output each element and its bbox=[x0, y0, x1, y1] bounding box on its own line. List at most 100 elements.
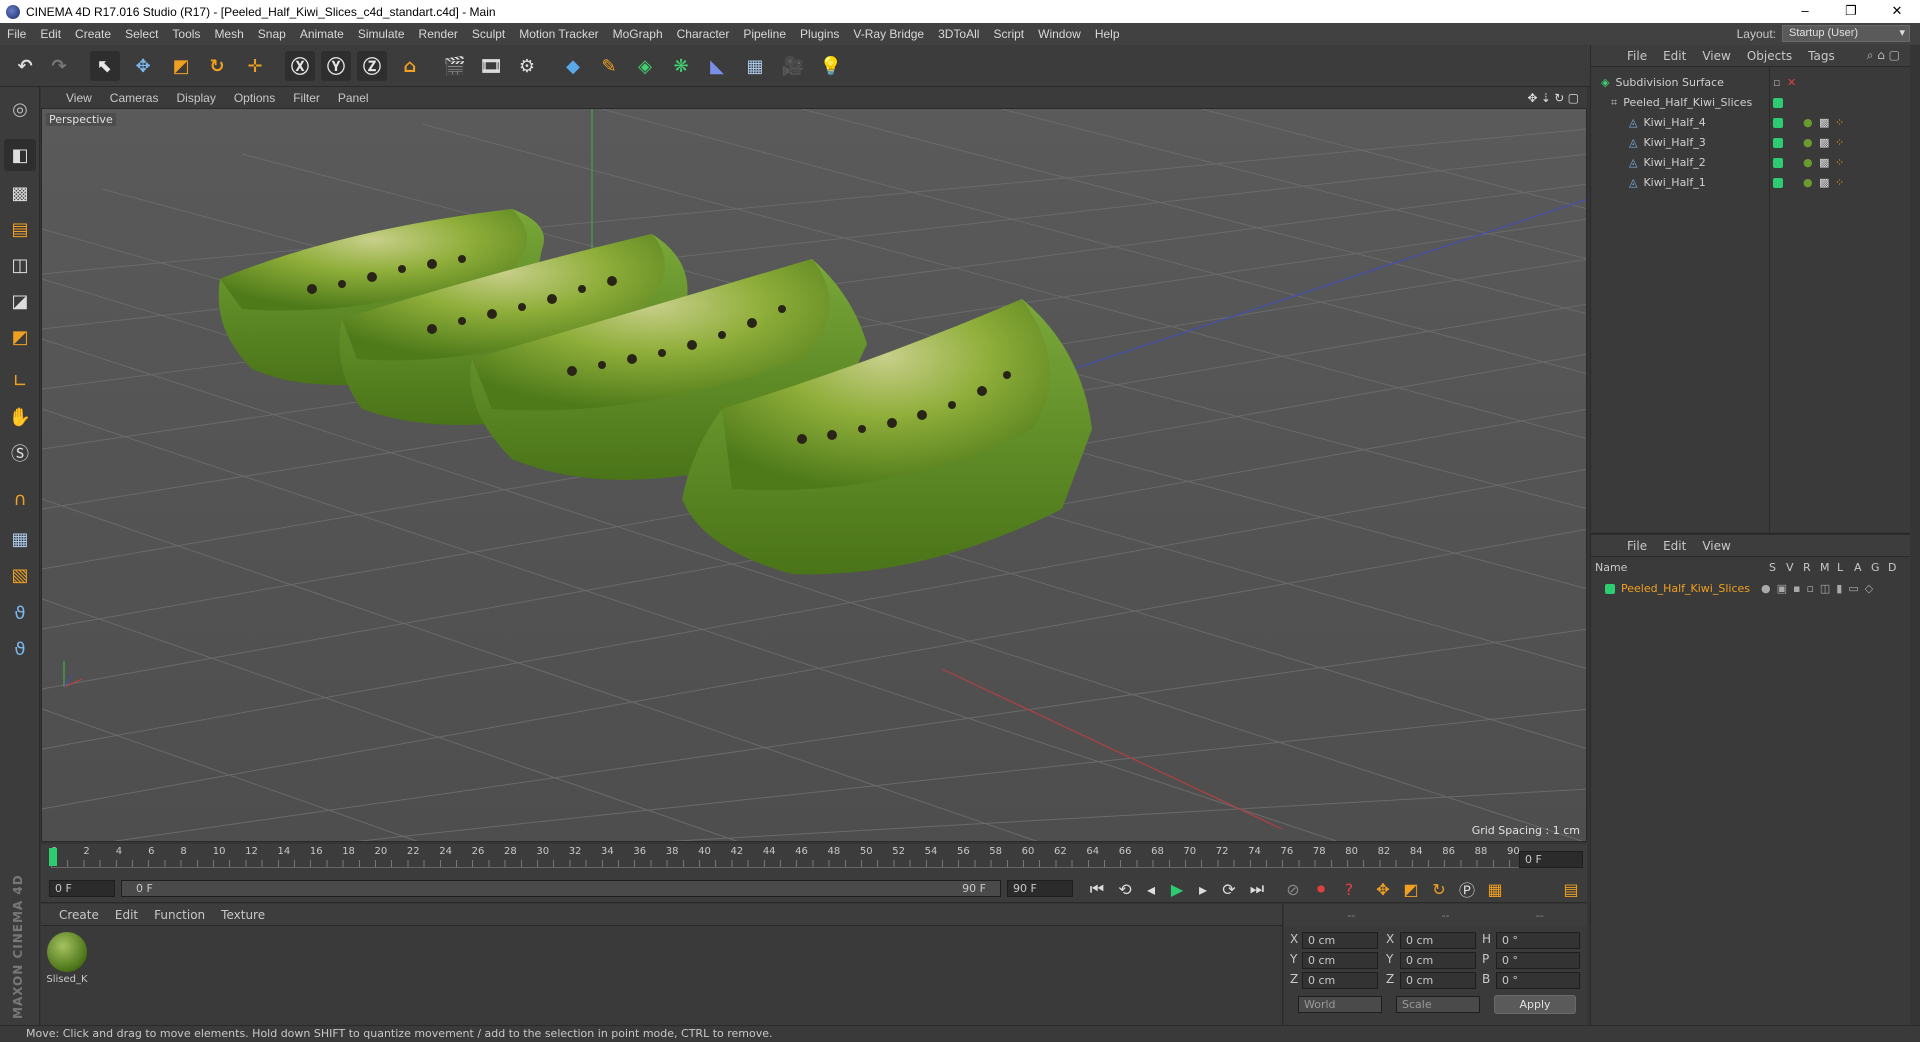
object-menu-tags[interactable]: Tags bbox=[1800, 49, 1843, 63]
record-keys-icon[interactable]: ⊘ bbox=[1281, 878, 1305, 900]
make-editable-icon[interactable]: ◎ bbox=[4, 93, 36, 125]
light-icon[interactable]: 💡 bbox=[816, 51, 846, 81]
keyframe-selection-icon[interactable]: ? bbox=[1337, 878, 1361, 900]
rotation-p-field[interactable]: 0 ° bbox=[1496, 952, 1580, 969]
points-mode-icon[interactable]: ◫ bbox=[4, 249, 36, 281]
current-frame-field[interactable]: 0 F bbox=[1519, 851, 1583, 868]
selection-tag-icon[interactable]: ⁘ bbox=[1835, 116, 1844, 129]
menu-simulate[interactable]: Simulate bbox=[351, 27, 412, 41]
object-row-peeled-half-kiwi-slices[interactable]: ⌗ Peeled_Half_Kiwi_Slices bbox=[1611, 93, 1901, 112]
visibility-toggle-icon[interactable]: ▫ bbox=[1773, 76, 1780, 89]
deformer-icon[interactable]: ◣ bbox=[702, 51, 732, 81]
selection-tag-icon[interactable]: ⁘ bbox=[1835, 136, 1844, 149]
key-scale-icon[interactable]: ◩ bbox=[1399, 878, 1423, 900]
apply-button[interactable]: Apply bbox=[1494, 995, 1576, 1014]
object-row-kiwi-half-4[interactable]: ◬ Kiwi_Half_4 ● ▩ ⁘ bbox=[1629, 113, 1901, 132]
menu-help[interactable]: Help bbox=[1088, 27, 1127, 41]
size-z-field[interactable]: 0 cm bbox=[1400, 972, 1476, 989]
restore-button[interactable]: ❐ bbox=[1828, 0, 1874, 23]
viewport-menu-panel[interactable]: Panel bbox=[329, 91, 378, 105]
scale-tool-icon[interactable]: ◩ bbox=[166, 51, 196, 81]
perspective-viewport[interactable]: Perspective Grid Spacing : 1 cm bbox=[41, 108, 1587, 842]
selection-tag-icon[interactable]: ⁘ bbox=[1835, 176, 1844, 189]
viewport-navigation-icons[interactable]: ✥ ⇣ ↻ ▢ bbox=[1527, 91, 1579, 105]
viewport-menu-display[interactable]: Display bbox=[167, 91, 224, 105]
menu-character[interactable]: Character bbox=[670, 27, 737, 41]
menu-file[interactable]: File bbox=[0, 27, 33, 41]
polygons-mode-icon[interactable]: ◩ bbox=[4, 321, 36, 353]
viewport-menu-cameras[interactable]: Cameras bbox=[101, 91, 168, 105]
key-position-icon[interactable]: ✥ bbox=[1371, 878, 1395, 900]
object-row-subdivision-surface[interactable]: ◈ Subdivision Surface ▫ ✕ bbox=[1601, 73, 1901, 92]
menu-script[interactable]: Script bbox=[986, 27, 1031, 41]
position-x-field[interactable]: 0 cm bbox=[1302, 932, 1378, 949]
uvw-tag-icon[interactable]: ▩ bbox=[1819, 136, 1829, 149]
undo-icon[interactable]: ↶ bbox=[10, 51, 40, 81]
coordinate-mode-dropdown[interactable]: World bbox=[1298, 996, 1382, 1013]
locked-workplane-icon[interactable]: ▧ bbox=[4, 559, 36, 591]
layer-row[interactable]: Peeled_Half_Kiwi_Slices ●▣▪▫◫▮▭◇ bbox=[1605, 579, 1905, 598]
python-script-icon[interactable]: ϑ bbox=[4, 633, 36, 665]
material-tag-icon[interactable]: ● bbox=[1803, 176, 1813, 189]
play-icon[interactable]: ▶ bbox=[1165, 878, 1189, 900]
viewport-menu-view[interactable]: View bbox=[57, 91, 101, 105]
timeline-window-icon[interactable]: ▤ bbox=[1559, 878, 1583, 900]
go-to-start-icon[interactable]: ⏮ bbox=[1085, 878, 1109, 900]
size-y-field[interactable]: 0 cm bbox=[1400, 952, 1476, 969]
object-menu-objects[interactable]: Objects bbox=[1739, 49, 1800, 63]
material-swatch[interactable]: Slised_K bbox=[45, 932, 89, 985]
select-tool-icon[interactable]: ⬉ bbox=[90, 51, 120, 81]
menu-render[interactable]: Render bbox=[412, 27, 465, 41]
coordinate-system-icon[interactable]: ⌂ bbox=[395, 51, 425, 81]
snap-toggle-icon[interactable]: Ⓢ bbox=[4, 437, 36, 469]
layer-menu-edit[interactable]: Edit bbox=[1655, 539, 1694, 553]
autokey-icon[interactable]: ⏺ bbox=[1309, 878, 1333, 900]
object-menu-file[interactable]: File bbox=[1619, 49, 1655, 63]
minimize-button[interactable]: – bbox=[1782, 0, 1828, 23]
texture-mode-icon[interactable]: ▩ bbox=[4, 177, 36, 209]
position-z-field[interactable]: 0 cm bbox=[1302, 972, 1378, 989]
uvw-tag-icon[interactable]: ▩ bbox=[1819, 156, 1829, 169]
position-y-field[interactable]: 0 cm bbox=[1302, 952, 1378, 969]
magnet-icon[interactable]: ∩ bbox=[4, 483, 36, 515]
object-row-kiwi-half-2[interactable]: ◬ Kiwi_Half_2 ● ▩ ⁘ bbox=[1629, 153, 1901, 172]
workplane-icon[interactable]: ▦ bbox=[4, 523, 36, 555]
menu-pipeline[interactable]: Pipeline bbox=[736, 27, 793, 41]
next-key-icon[interactable]: ⟳ bbox=[1217, 878, 1241, 900]
subdivision-generator-icon[interactable]: ◈ bbox=[630, 51, 660, 81]
menu-snap[interactable]: Snap bbox=[251, 27, 293, 41]
next-frame-icon[interactable]: ▸ bbox=[1191, 878, 1215, 900]
spline-pen-icon[interactable]: ✎ bbox=[594, 51, 624, 81]
menu-window[interactable]: Window bbox=[1031, 27, 1088, 41]
workplane-mode-icon[interactable]: ▤ bbox=[4, 213, 36, 245]
menu-mograph[interactable]: MoGraph bbox=[606, 27, 670, 41]
material-menu-texture[interactable]: Texture bbox=[213, 908, 273, 922]
tweak-mode-icon[interactable]: ✋ bbox=[4, 401, 36, 433]
axis-mode-icon[interactable]: ∟ bbox=[4, 365, 36, 397]
layer-flag-icons[interactable]: ●▣▪▫◫▮▭◇ bbox=[1761, 582, 1879, 595]
redo-icon[interactable]: ↷ bbox=[44, 51, 74, 81]
cube-primitive-icon[interactable]: ◆ bbox=[558, 51, 588, 81]
material-tag-icon[interactable]: ● bbox=[1803, 116, 1813, 129]
material-menu-function[interactable]: Function bbox=[146, 908, 213, 922]
key-rotation-icon[interactable]: ↻ bbox=[1427, 878, 1451, 900]
rotation-b-field[interactable]: 0 ° bbox=[1496, 972, 1580, 989]
material-menu-create[interactable]: Create bbox=[51, 908, 107, 922]
timeline-ruler[interactable]: 0246810121416182022242628303234363840424… bbox=[41, 844, 1587, 875]
uvw-tag-icon[interactable]: ▩ bbox=[1819, 176, 1829, 189]
menu-sculpt[interactable]: Sculpt bbox=[465, 27, 512, 41]
render-picture-viewer-icon[interactable]: 🎞 bbox=[476, 51, 506, 81]
rotate-tool-icon[interactable]: ↻ bbox=[202, 51, 232, 81]
move-tool-icon[interactable]: ✥ bbox=[128, 51, 158, 81]
previous-frame-icon[interactable]: ◂ bbox=[1139, 878, 1163, 900]
selection-tag-icon[interactable]: ⁘ bbox=[1835, 156, 1844, 169]
size-x-field[interactable]: 0 cm bbox=[1400, 932, 1476, 949]
disabled-check-icon[interactable]: ✕ bbox=[1787, 76, 1796, 89]
edges-mode-icon[interactable]: ◪ bbox=[4, 285, 36, 317]
material-tag-icon[interactable]: ● bbox=[1803, 136, 1813, 149]
menu-select[interactable]: Select bbox=[118, 27, 165, 41]
uvw-tag-icon[interactable]: ▩ bbox=[1819, 116, 1829, 129]
render-view-icon[interactable]: 🎬 bbox=[440, 51, 470, 81]
go-to-end-icon[interactable]: ⏭ bbox=[1245, 878, 1269, 900]
mograph-cloner-icon[interactable]: ❋ bbox=[666, 51, 696, 81]
